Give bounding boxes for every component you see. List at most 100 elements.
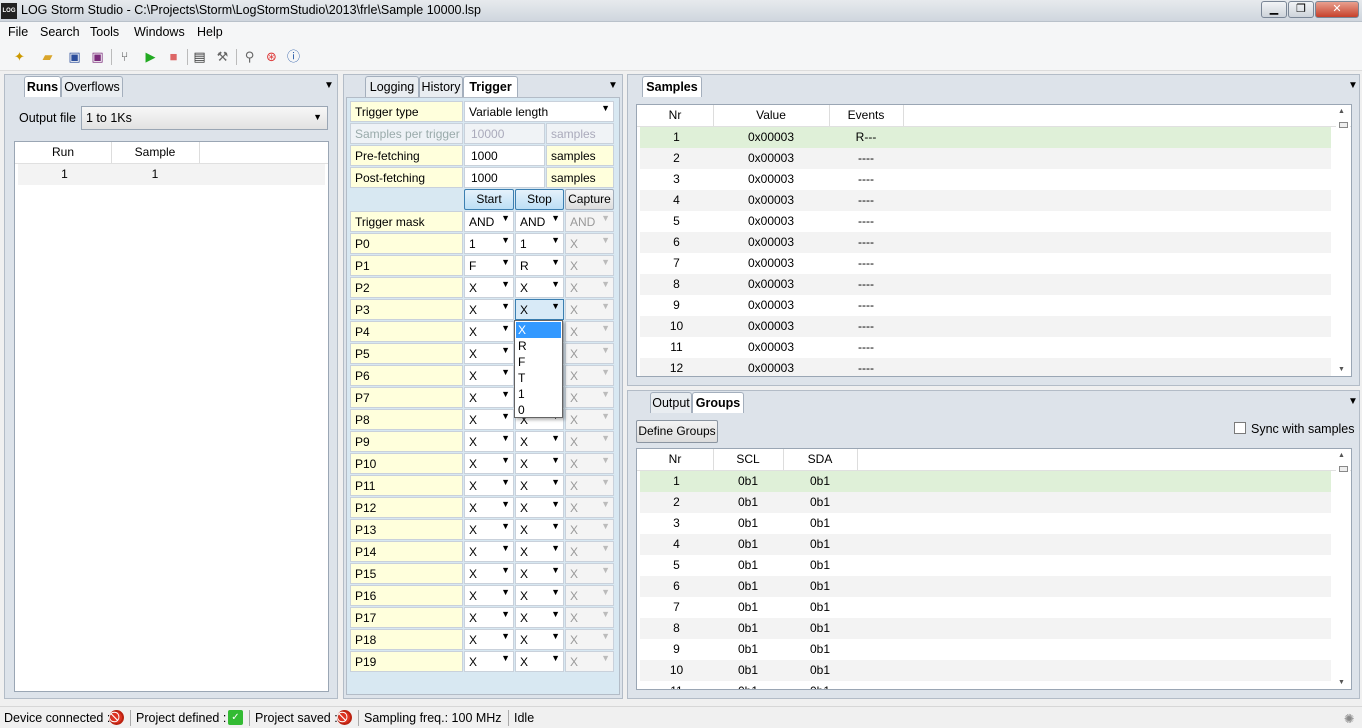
open-folder-icon[interactable]: ▰ [39, 48, 56, 65]
pin-stop-select[interactable]: X▼ [515, 607, 564, 628]
pin-stop-select[interactable]: X▼ [515, 277, 564, 298]
start-column-button[interactable]: Start [464, 189, 514, 210]
pin-start-select[interactable]: X ▼ [464, 585, 514, 606]
table-row[interactable]: 9 0b1 0b1 [640, 639, 1331, 660]
pin-stop-select[interactable]: X▼ [515, 497, 564, 518]
pin-start-select[interactable]: X ▼ [464, 431, 514, 452]
table-row[interactable]: 8 0b1 0b1 [640, 618, 1331, 639]
pin-start-select[interactable]: X ▼ [464, 519, 514, 540]
pin-start-select[interactable]: F ▼ [464, 255, 514, 276]
pin-start-select[interactable]: X ▼ [464, 497, 514, 518]
pin-stop-select[interactable]: X▼ [515, 475, 564, 496]
table-row[interactable]: 1 1 [18, 164, 325, 185]
menu-file[interactable]: File [8, 25, 28, 39]
table-row[interactable]: 2 0b1 0b1 [640, 492, 1331, 513]
runs-pane-menu-icon[interactable]: ▼ [324, 80, 334, 91]
column-header-nr[interactable]: Nr [637, 452, 713, 466]
trigger-type-select[interactable]: Variable length ▼ [464, 101, 614, 122]
table-row[interactable]: 1 0x00003 R--- [640, 127, 1331, 148]
column-header-nr[interactable]: Nr [637, 108, 713, 122]
table-row[interactable]: 110b10b1 [640, 681, 1331, 689]
scroll-down-icon[interactable]: ▼ [1338, 366, 1345, 373]
pin-start-select[interactable]: X ▼ [464, 629, 514, 650]
pre-fetching-input[interactable]: 1000 [464, 145, 545, 166]
stop-icon[interactable]: ■ [165, 48, 182, 65]
mask-stop-select[interactable]: AND ▼ [515, 211, 564, 232]
pin-stop-select[interactable]: X▼ [515, 651, 564, 672]
pin-stop-select[interactable]: 1 ▼ [515, 233, 564, 254]
pin-start-select[interactable]: X ▼ [464, 453, 514, 474]
table-row[interactable]: 3 0b1 0b1 [640, 513, 1331, 534]
info-icon[interactable]: ⓘ [285, 48, 302, 65]
pin-start-select[interactable]: X ▼ [464, 365, 514, 386]
pin-start-select[interactable]: X ▼ [464, 563, 514, 584]
column-header-sample[interactable]: Sample [111, 145, 199, 159]
column-header-events[interactable]: Events [829, 108, 903, 122]
menu-windows[interactable]: Windows [134, 25, 185, 39]
column-header-scl[interactable]: SCL [713, 452, 783, 466]
usb-icon[interactable]: ⑂ [116, 48, 133, 65]
table-row[interactable]: 7 0x00003 ---- [640, 253, 1331, 274]
define-groups-button[interactable]: Define Groups [636, 420, 718, 443]
maximize-button[interactable]: ❐ [1288, 1, 1314, 18]
table-row[interactable]: 10 0x00003 ---- [640, 316, 1331, 337]
scroll-up-icon[interactable]: ▲ [1338, 108, 1345, 115]
table-row[interactable]: 1 0b1 0b1 [640, 471, 1331, 492]
menu-help[interactable]: Help [197, 25, 223, 39]
samples-scrollbar[interactable]: ▲ ▼ [1336, 106, 1350, 375]
new-project-icon[interactable]: ✦ [11, 48, 28, 65]
pin-start-select[interactable]: X ▼ [464, 321, 514, 342]
scroll-thumb[interactable] [1339, 466, 1348, 472]
menu-tools[interactable]: Tools [90, 25, 119, 39]
dropdown-option[interactable]: X [516, 322, 561, 338]
pin-start-select[interactable]: X ▼ [464, 343, 514, 364]
tab-trigger[interactable]: Trigger [463, 76, 518, 97]
pin-stop-select[interactable]: R ▼ [515, 255, 564, 276]
table-row[interactable]: 4 0b1 0b1 [640, 534, 1331, 555]
scroll-thumb[interactable] [1339, 122, 1348, 128]
pin-start-select[interactable]: X ▼ [464, 475, 514, 496]
tab-runs[interactable]: Runs [24, 76, 61, 97]
dropdown-option[interactable]: F [516, 354, 561, 370]
pin-start-select[interactable]: X ▼ [464, 541, 514, 562]
minimize-button[interactable]: ▁ [1261, 1, 1287, 18]
table-row[interactable]: 4 0x00003 ---- [640, 190, 1331, 211]
tab-logging[interactable]: Logging [365, 76, 419, 97]
stop-column-button[interactable]: Stop [515, 189, 564, 210]
table-row[interactable]: 5 0x00003 ---- [640, 211, 1331, 232]
post-fetching-input[interactable]: 1000 [464, 167, 545, 188]
pin-stop-select[interactable]: X▼ [515, 563, 564, 584]
table-row[interactable]: 12 0x00003 ---- [640, 358, 1331, 376]
sync-with-samples-checkbox[interactable] [1234, 422, 1246, 434]
device-monitor-icon[interactable]: ▤ [191, 48, 208, 65]
samples-pane-menu-icon[interactable]: ▼ [1348, 80, 1358, 91]
pin-start-select[interactable]: X ▼ [464, 299, 514, 320]
table-row[interactable]: 8 0x00003 ---- [640, 274, 1331, 295]
table-row[interactable]: 2 0x00003 ---- [640, 148, 1331, 169]
pin-stop-select[interactable]: X▼ [515, 519, 564, 540]
pin-stop-select[interactable]: X▼ [515, 629, 564, 650]
close-button[interactable]: ✕ [1315, 1, 1359, 18]
wrench-icon[interactable]: ⚒ [214, 48, 231, 65]
pin-stop-select[interactable]: X▼ [515, 431, 564, 452]
column-header-sda[interactable]: SDA [783, 452, 857, 466]
table-row[interactable]: 11 0x00003 ---- [640, 337, 1331, 358]
pin-start-select[interactable]: 1 ▼ [464, 233, 514, 254]
capture-column-button[interactable]: Capture [565, 189, 614, 210]
dropdown-option[interactable]: 1 [516, 386, 561, 402]
dropdown-option[interactable]: T [516, 370, 561, 386]
pin-stop-select[interactable]: X▼ [515, 453, 564, 474]
tab-overflows[interactable]: Overflows [61, 76, 123, 97]
menu-search[interactable]: Search [40, 25, 80, 39]
trigger-pane-menu-icon[interactable]: ▼ [608, 80, 618, 91]
pin-start-select[interactable]: X ▼ [464, 409, 514, 430]
groups-scrollbar[interactable]: ▲ ▼ [1336, 450, 1350, 688]
mask-start-select[interactable]: AND ▼ [464, 211, 514, 232]
pin-stop-select[interactable]: X▼ [515, 299, 564, 320]
column-header-run[interactable]: Run [15, 145, 111, 159]
tab-samples[interactable]: Samples [642, 76, 702, 97]
save-icon[interactable]: ▣ [66, 48, 83, 65]
table-row[interactable]: 3 0x00003 ---- [640, 169, 1331, 190]
pin-start-select[interactable]: X ▼ [464, 607, 514, 628]
table-row[interactable]: 9 0x00003 ---- [640, 295, 1331, 316]
